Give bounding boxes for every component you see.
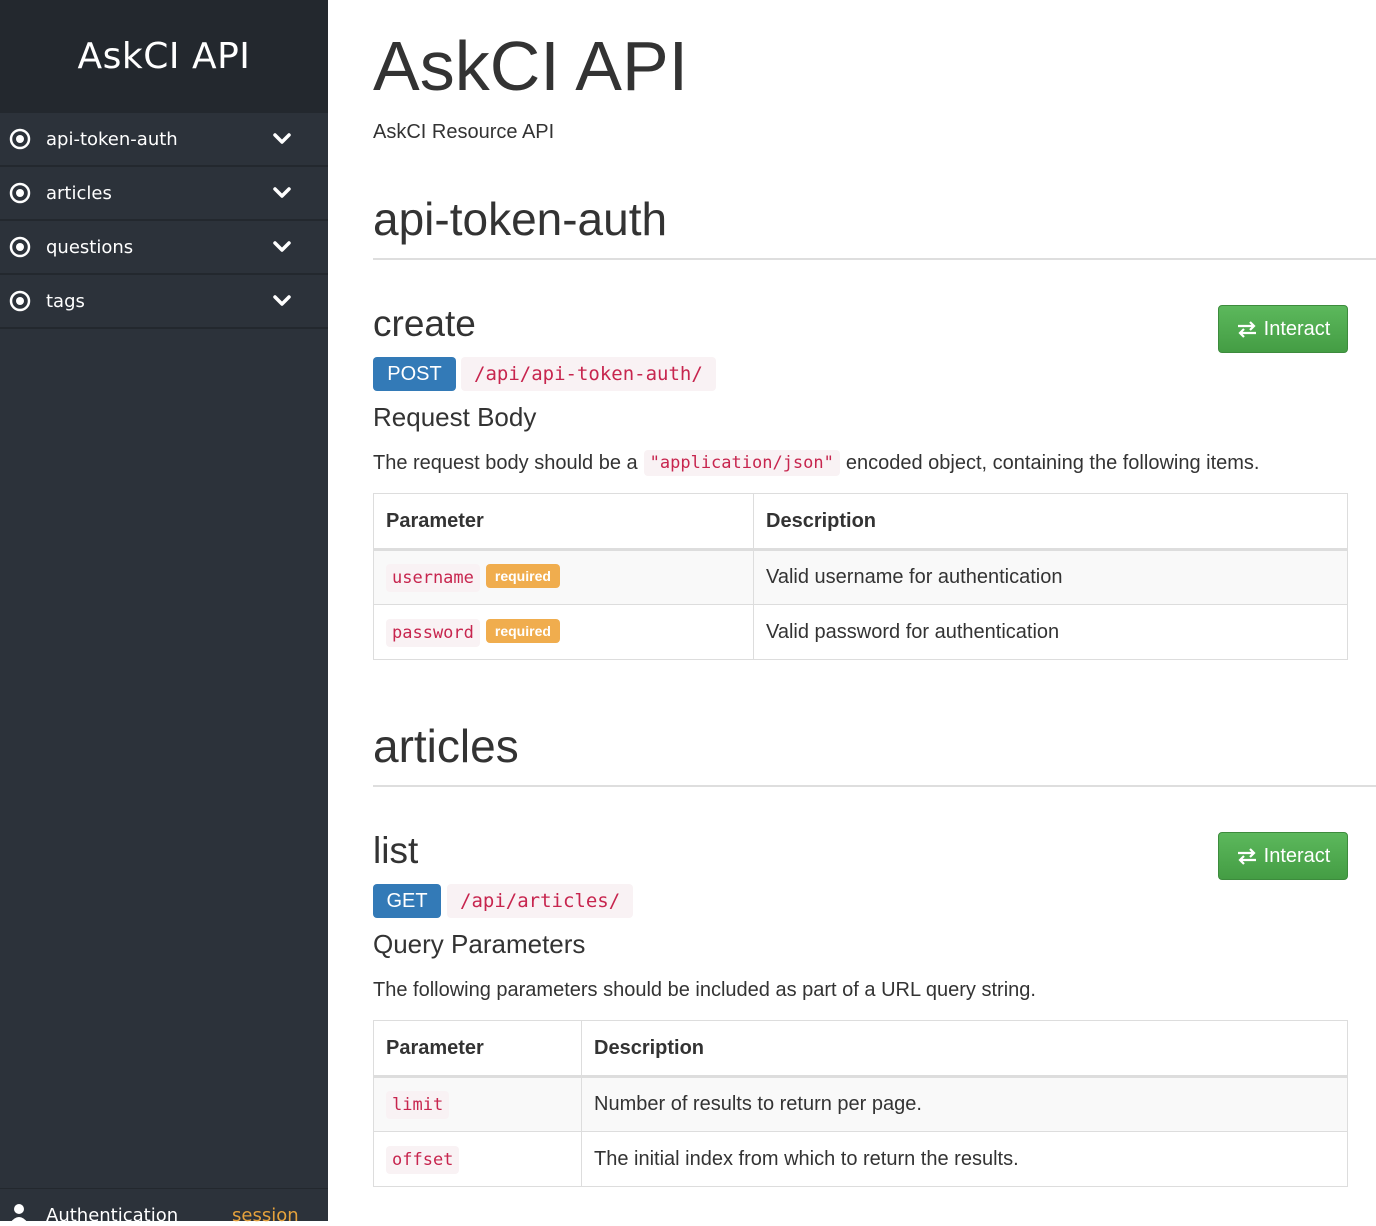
required-badge: required (485, 564, 560, 588)
sidebar-footer[interactable]: Authentication session (0, 1188, 328, 1226)
radio-target-icon (9, 128, 31, 150)
user-icon (10, 1204, 28, 1223)
description-cell: Valid password for authentication (753, 604, 1348, 660)
query-parameters-heading: Query Parameters (373, 929, 586, 959)
sidebar-item-label: questions (46, 236, 134, 258)
sidebar-item-articles[interactable]: articles (0, 167, 328, 221)
http-method-badge: GET (373, 884, 441, 918)
section-divider (373, 258, 1376, 260)
radio-target-icon (9, 236, 31, 258)
sidebar-item-label: articles (46, 182, 112, 204)
interact-button-list[interactable]: Interact (1218, 832, 1348, 880)
authentication-value[interactable]: session (232, 1205, 299, 1226)
endpoint-title-list: list (373, 830, 419, 871)
content-type-code: "application/json" (643, 450, 840, 476)
parameter-name: offset (386, 1145, 460, 1174)
description-text-after: encoded object, containing the following… (845, 451, 1260, 474)
chevron-down-icon[interactable] (272, 239, 292, 255)
authentication-label: Authentication (46, 1205, 179, 1226)
radio-target-icon (9, 182, 31, 204)
column-header-description: Description (581, 1020, 1348, 1078)
interact-button-create[interactable]: Interact (1218, 305, 1348, 353)
parameter-name: limit (386, 1091, 450, 1119)
radio-target-icon (9, 290, 31, 312)
table-row: username required Valid username for auth… (373, 549, 1348, 605)
parameter-name: password (386, 618, 480, 647)
request-body-heading: Request Body (373, 402, 537, 432)
chevron-down-icon[interactable] (272, 131, 292, 147)
interact-button-label: Interact (1263, 844, 1331, 867)
interact-button-label: Interact (1263, 317, 1331, 340)
chevron-down-icon[interactable] (272, 293, 292, 309)
endpoint-path: /api/articles/ (447, 884, 634, 918)
request-body-description: The request body should be a "applicatio… (373, 448, 1259, 478)
page-title: AskCI API (373, 27, 689, 105)
table-header-row: Parameter Description (373, 493, 1348, 551)
sidebar-item-tags[interactable]: tags (0, 275, 328, 329)
main-content: AskCI API AskCI Resource API api-token-a… (328, 0, 1376, 1220)
section-title-api-token-auth: api-token-auth (373, 193, 668, 245)
sidebar-brand[interactable]: AskCI API (0, 0, 328, 113)
column-header-description: Description (753, 493, 1348, 551)
table-row: limit Number of results to return per pa… (373, 1076, 1348, 1132)
endpoint-path: /api/api-token-auth/ (461, 357, 716, 391)
query-parameters-description: The following parameters should be inclu… (373, 978, 1036, 1001)
table-header-row: Parameter Description (373, 1020, 1348, 1078)
sidebar-item-label: api-token-auth (46, 128, 178, 150)
request-body-table: Parameter Description username required V… (373, 493, 1348, 660)
parameter-cell: offset (373, 1131, 582, 1187)
exchange-arrows-icon (1237, 848, 1256, 865)
column-header-parameter: Parameter (373, 1020, 582, 1078)
parameter-cell: password required (373, 604, 754, 660)
sidebar-item-api-token-auth[interactable]: api-token-auth (0, 113, 328, 167)
http-method-badge: POST (373, 357, 456, 391)
required-badge: required (485, 618, 560, 643)
section-title-articles: articles (373, 720, 519, 772)
description-text-before: The request body should be a (373, 451, 638, 474)
endpoint-title-create: create (373, 303, 476, 344)
description-cell: The initial index from which to return t… (581, 1131, 1348, 1187)
parameter-cell: limit (373, 1076, 582, 1132)
parameter-name: username (386, 564, 480, 592)
page-description: AskCI Resource API (373, 121, 555, 143)
exchange-arrows-icon (1237, 321, 1256, 338)
sidebar-menu: api-token-auth articles questions tags (0, 113, 328, 329)
table-row: offset The initial index from which to r… (373, 1131, 1348, 1187)
sidebar-item-label: tags (46, 290, 85, 312)
chevron-down-icon[interactable] (272, 185, 292, 201)
parameter-cell: username required (373, 549, 754, 605)
section-divider (373, 785, 1376, 787)
sidebar-item-questions[interactable]: questions (0, 221, 328, 275)
table-row: password required Valid password for auth… (373, 604, 1348, 660)
sidebar: AskCI API api-token-auth articles questi… (0, 0, 328, 1226)
query-parameters-table: Parameter Description limit Number of re… (373, 1020, 1348, 1187)
description-cell: Number of results to return per page. (581, 1076, 1348, 1132)
description-cell: Valid username for authentication (753, 549, 1348, 605)
column-header-parameter: Parameter (373, 493, 754, 551)
